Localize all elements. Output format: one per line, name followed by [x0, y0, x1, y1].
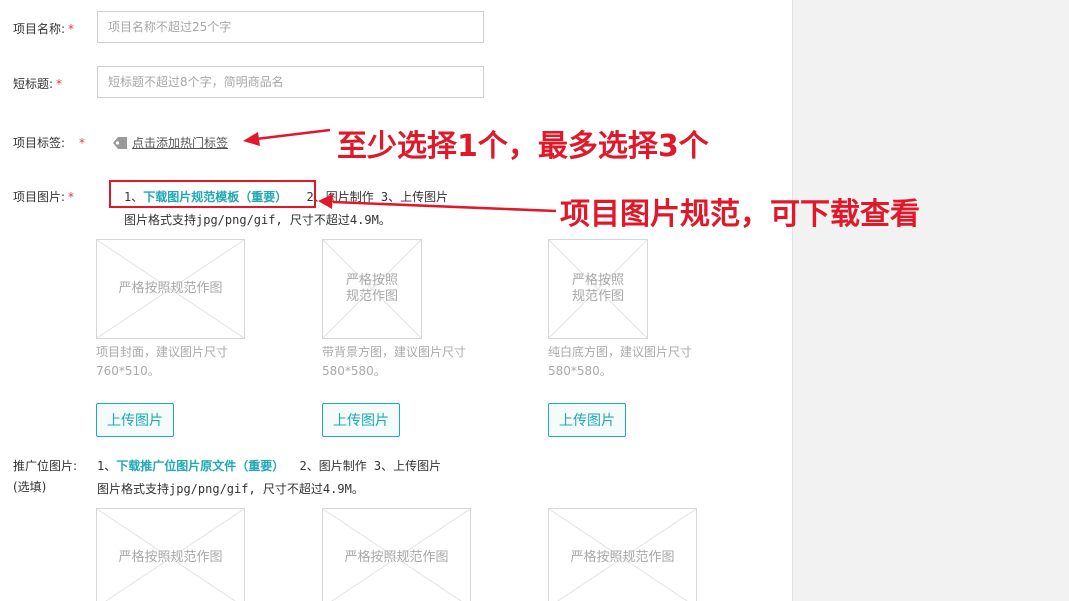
add-hot-tags-link[interactable]: 点击添加热门标签 — [112, 134, 228, 151]
upload-background-square-button[interactable]: 上传图片 — [322, 403, 400, 437]
images-label: 项目图片: * — [13, 190, 75, 204]
upload-cover-button[interactable]: 上传图片 — [96, 403, 174, 437]
background-square-image-caption: 带背景方图，建议图片尺寸580*580。 — [322, 345, 467, 378]
placeholder-text: 严格按照规范作图 — [570, 550, 675, 565]
required-mark: * — [79, 136, 86, 150]
step1-prefix: 1、 — [97, 459, 117, 473]
cover-image-placeholder: 严格按照规范作图 — [96, 239, 245, 339]
white-square-image-caption: 纯白底方图，建议图片尺寸580*580。 — [548, 345, 693, 378]
placeholder-text: 严格按照规范作图 — [571, 273, 624, 304]
required-mark: * — [56, 77, 63, 91]
download-promo-source-link[interactable]: 下载推广位图片原文件（重要） — [116, 459, 284, 473]
placeholder-text: 严格按照规范作图 — [118, 281, 223, 296]
short-title-input[interactable] — [97, 66, 484, 98]
images-format-hint: 图片格式支持jpg/png/gif, 尺寸不超过4.9M。 — [124, 213, 391, 227]
short-title-label: 短标题: * — [13, 77, 63, 91]
background-square-image-placeholder: 严格按照规范作图 — [322, 239, 422, 339]
steps-rest: 2、图片制作 3、上传图片 — [306, 190, 449, 204]
promo-images-label: 推广位图片: — [13, 459, 78, 473]
placeholder-text: 严格按照规范作图 — [345, 273, 398, 304]
tags-annotation: 至少选择1个，最多选择3个 — [337, 129, 709, 164]
images-annotation: 项目图片规范，可下载查看 — [560, 197, 920, 232]
placeholder-text: 严格按照规范作图 — [118, 550, 223, 565]
promo-image-placeholder-1: 严格按照规范作图 — [96, 508, 245, 601]
tags-label: 项目标签: * — [13, 136, 86, 150]
name-label: 项目名称: * — [13, 22, 75, 36]
add-hot-tags-label: 点击添加热门标签 — [132, 136, 229, 150]
steps-rest: 2、图片制作 3、上传图片 — [299, 459, 442, 473]
cover-image-caption: 项目封面，建议图片尺寸760*510。 — [96, 345, 229, 378]
promo-images-steps: 1、下载推广位图片原文件（重要） 2、图片制作 3、上传图片 — [97, 457, 441, 474]
upload-white-square-button[interactable]: 上传图片 — [548, 403, 626, 437]
required-mark: * — [68, 22, 75, 36]
promo-image-placeholder-3: 严格按照规范作图 — [548, 508, 697, 601]
promo-image-placeholder-2: 严格按照规范作图 — [322, 508, 471, 601]
required-mark: * — [68, 190, 75, 204]
promo-images-optional: (选填) — [13, 480, 47, 494]
placeholder-text: 严格按照规范作图 — [344, 550, 449, 565]
name-input[interactable] — [97, 11, 484, 43]
side-panel — [792, 0, 1069, 601]
tag-icon — [113, 136, 127, 149]
promo-format-hint: 图片格式支持jpg/png/gif, 尺寸不超过4.9M。 — [97, 482, 364, 496]
white-square-image-placeholder: 严格按照规范作图 — [548, 239, 648, 339]
download-highlight-box — [109, 180, 316, 208]
